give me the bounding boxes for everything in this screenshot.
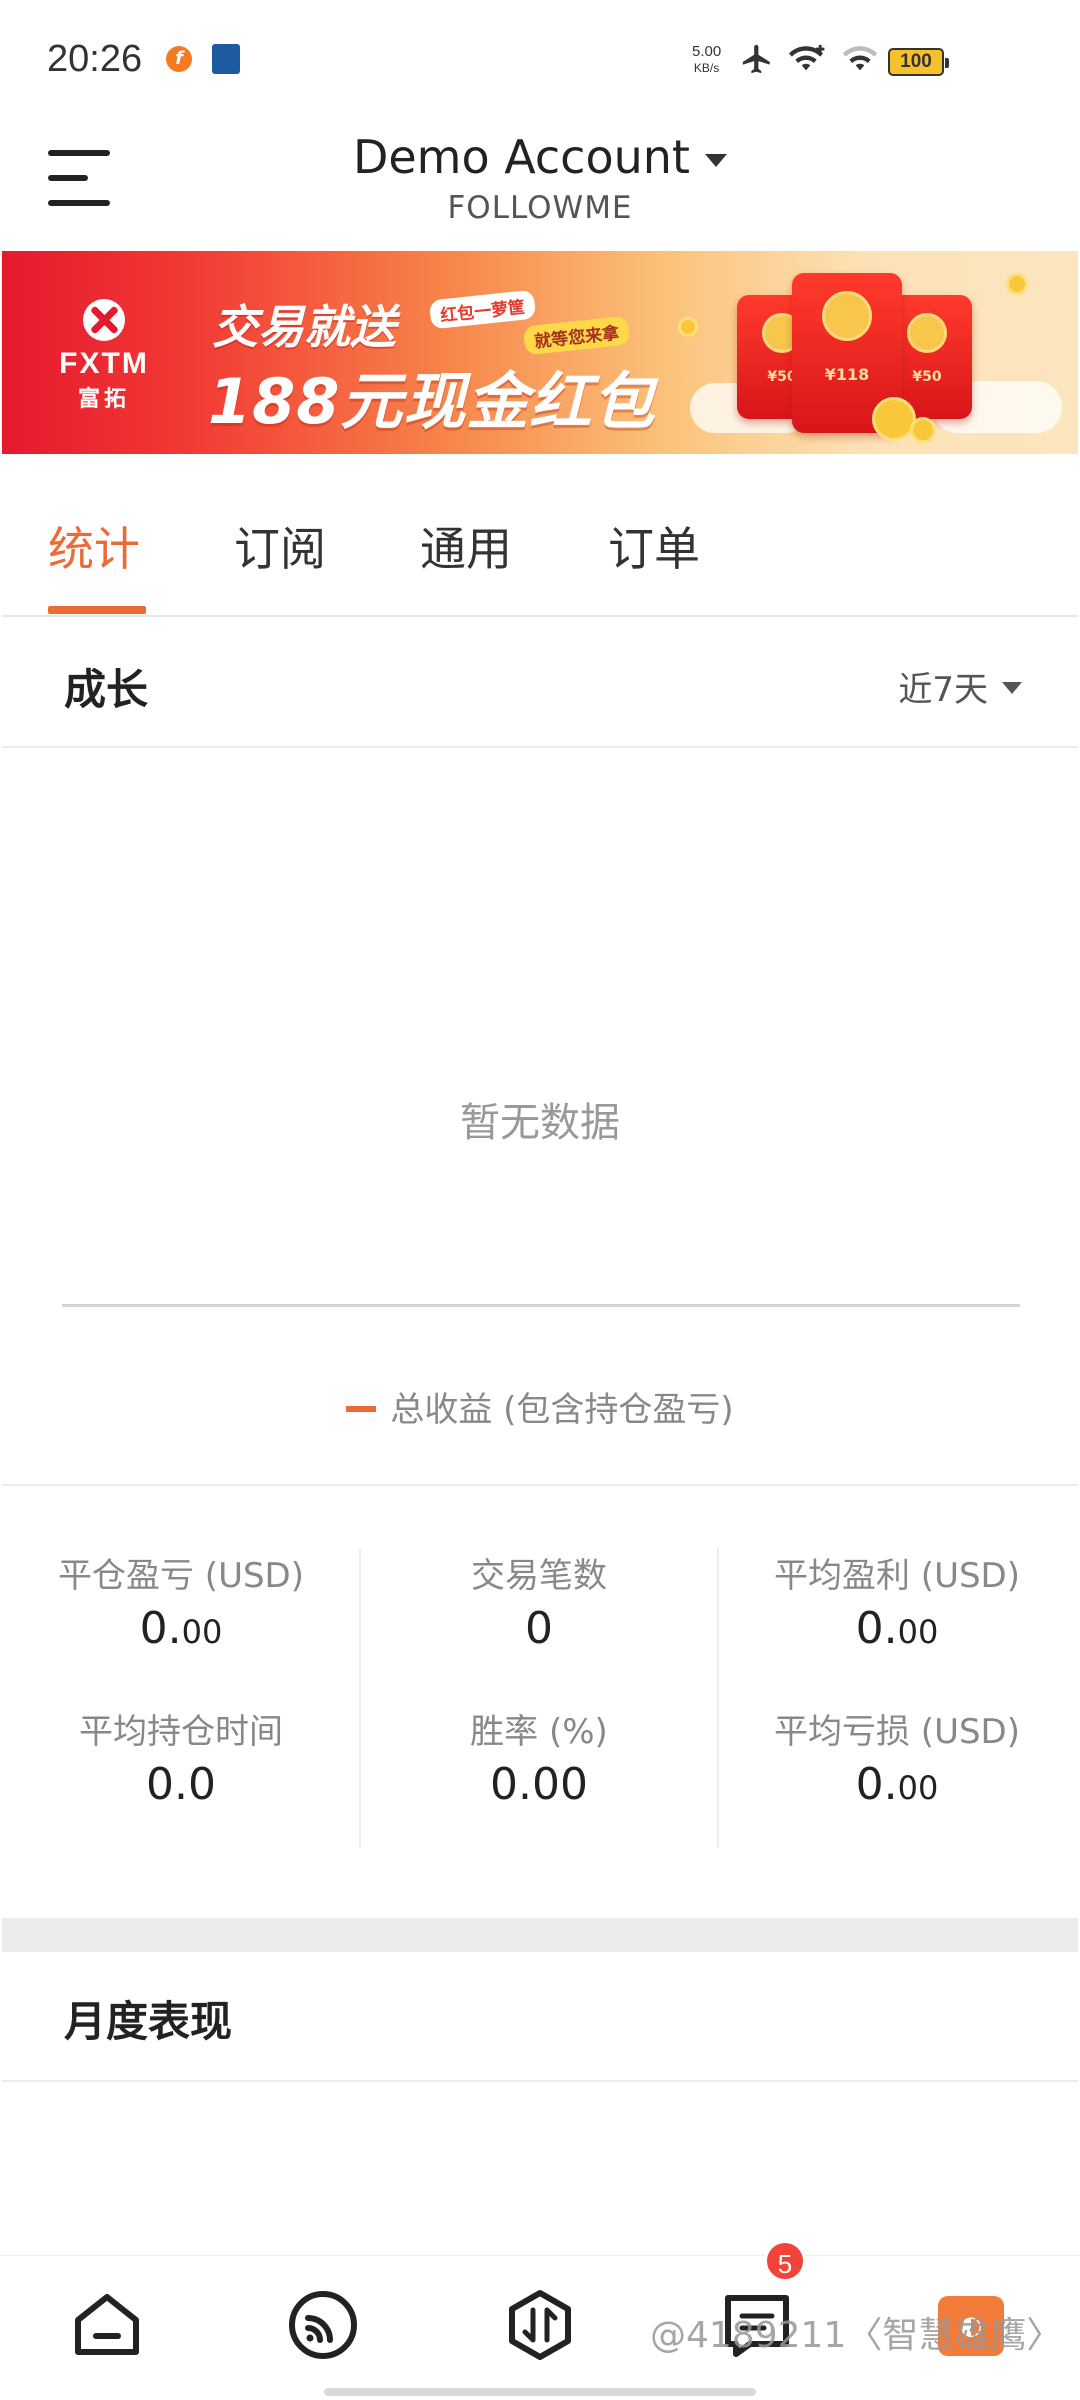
watermark: ⁠@4189211〈智慧雄鹰〉 [650,2315,1063,2356]
status-time: 20:26 [47,38,143,80]
stat-label: 胜率 (%) [470,1712,608,1752]
network-speed-value: 5.00 [692,43,722,60]
stat-avg-profit: 平均盈利 (USD) 0.00 [718,1548,1076,1654]
brand-name: FXTM [59,347,149,380]
stat-label: 平仓盈亏 (USD) [58,1556,304,1596]
network-speed-unit: KB/s [693,61,720,75]
tab-bar: 统计 订阅 通用 订单 [2,455,1078,617]
app-notification-icon: f [166,46,192,72]
banner-tag: 红包一萝筐 [428,289,537,330]
stat-trade-count: 交易笔数 0 [360,1548,718,1654]
account-subtitle: FOLLOWME [447,190,633,226]
legend-label: 总收益 (包含持仓盈亏) [390,1390,734,1430]
legend-swatch [346,1405,377,1412]
caret-down-icon[interactable] [705,154,728,167]
stats-grid: 平仓盈亏 (USD) 0.00 交易笔数 0 平均盈利 (USD) 0.00 平… [2,1488,1078,1918]
promo-banner[interactable]: FXTM 富拓 交易就送 红包一萝筐 就等您来拿 188元现金红包 ¥50 ¥5… [2,251,1078,454]
unread-badge: 5 [764,2240,806,2282]
growth-title: 成长 [64,665,149,714]
fxtm-logo: FXTM 富拓 [54,299,154,413]
stat-label: 平均盈利 (USD) [774,1556,1020,1596]
coin-icon [872,397,916,441]
chart-legend: 总收益 (包含持仓盈亏) [2,1382,1078,1431]
airplane-icon [742,44,770,74]
trade-icon[interactable] [503,2288,577,2362]
empty-state-text: 暂无数据 [460,1100,620,1146]
tab-general[interactable]: 通用 [420,513,512,579]
app-screen: 20:26 f 5.00 KB/s 100 Demo Account FOLLO… [0,0,1080,2400]
active-tab-indicator [48,606,146,614]
stat-value: 0.00 [855,1759,939,1810]
caret-down-icon[interactable] [1002,681,1022,694]
brand-name-cn: 富拓 [77,387,130,412]
tab-statistics[interactable]: 统计 [48,513,140,579]
chart-axis-line [62,1304,1020,1307]
fxtm-mark-icon [83,299,125,341]
banner-offer: 188元现金红包 [208,365,656,438]
section-gap [2,1918,1078,1952]
growth-section-header: 成长 近7天 [2,618,1078,748]
coin-icon [910,417,936,443]
wifi-icon-2 [843,46,877,71]
stat-avg-loss: 平均亏损 (USD) 0.00 [718,1704,1076,1810]
period-selector[interactable]: 近7天 [898,662,1022,711]
coin-icon [678,317,698,337]
stat-value: 0.00 [139,1603,223,1654]
stat-label: 平均亏损 (USD) [774,1712,1020,1752]
stat-value: 0.00 [490,1759,588,1810]
app-notification-icon-2 [212,44,240,74]
status-bar: 20:26 f 5.00 KB/s 100 [0,0,1080,120]
tab-subscriptions[interactable]: 订阅 [234,513,326,579]
stat-value: 0.0 [146,1759,216,1810]
tab-orders[interactable]: 订单 [608,513,700,579]
account-switcher[interactable]: Demo Account FOLLOWME [0,130,1080,226]
banner-headline: 交易就送 [212,300,396,354]
feed-icon[interactable] [286,2288,360,2362]
period-label[interactable]: 近7天 [898,670,988,710]
wifi-icon [789,44,825,71]
stat-avg-hold-time: 平均持仓时间 0.0 [2,1704,360,1810]
stat-value: 0.00 [855,1603,939,1654]
home-indicator[interactable] [324,2388,756,2396]
stat-value: 0 [525,1603,553,1654]
account-title[interactable]: Demo Account [353,130,690,184]
stat-label: 平均持仓时间 [79,1712,283,1752]
home-icon[interactable] [70,2288,144,2362]
app-header: Demo Account FOLLOWME [0,120,1080,250]
stat-label: 交易笔数 [471,1556,607,1596]
monthly-section-header: 月度表现 [2,1952,1078,2082]
monthly-title: 月度表现 [64,1997,233,2046]
bottom-nav: 5 ◐ ⁠@4189211〈智慧雄鹰〉 [0,2240,1080,2400]
battery-icon: 100 [888,48,949,76]
network-speed: 5.00 KB/s [692,44,721,76]
coin-icon [1006,273,1028,295]
growth-chart: 暂无数据 总收益 (包含持仓盈亏) [2,750,1078,1486]
stat-closed-pnl: 平仓盈亏 (USD) 0.00 [2,1548,360,1654]
stat-win-rate: 胜率 (%) 0.00 [360,1704,718,1810]
banner-tag: 就等您来拿 [522,315,631,356]
